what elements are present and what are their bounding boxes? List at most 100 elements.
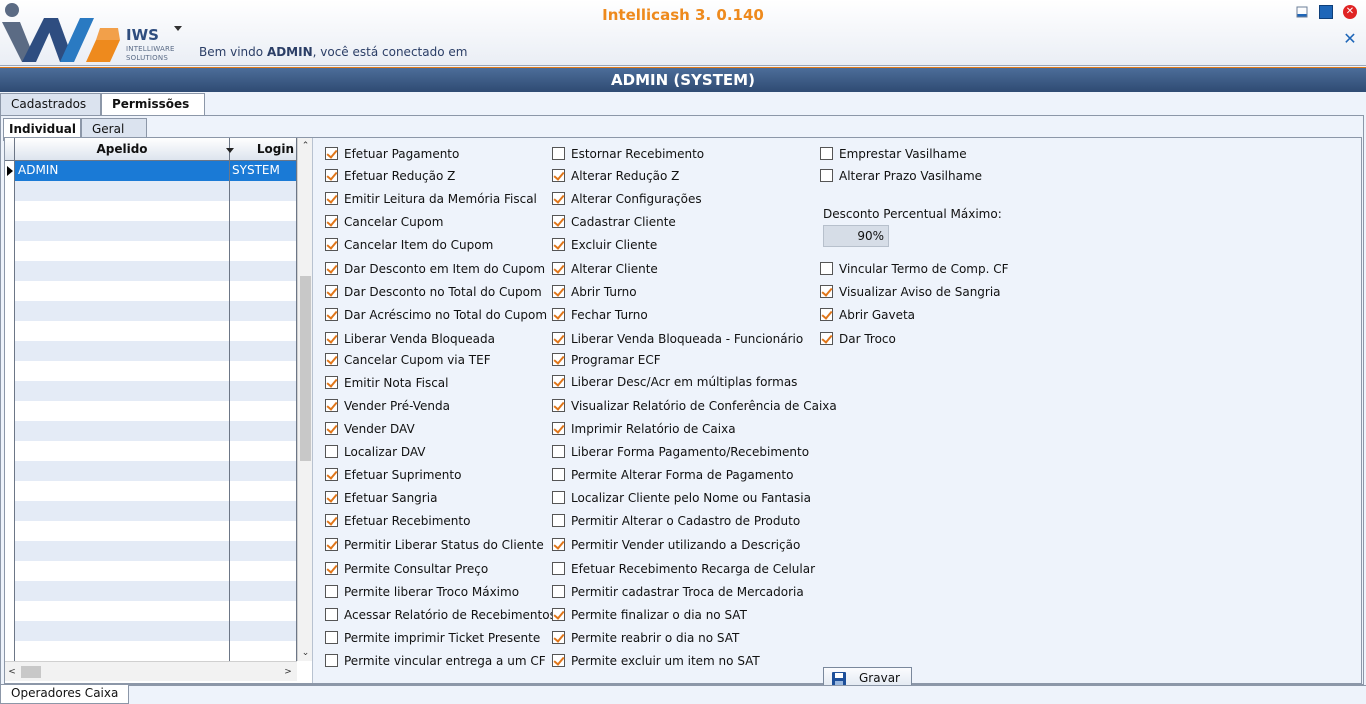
permission-checkbox[interactable]: Efetuar Suprimento: [325, 467, 461, 485]
checkbox-checked-icon[interactable]: [325, 147, 338, 160]
permission-checkbox[interactable]: Efetuar Recebimento: [325, 513, 470, 531]
checkbox-unchecked-icon[interactable]: [325, 445, 338, 458]
permission-checkbox[interactable]: Efetuar Sangria: [325, 490, 437, 508]
permission-checkbox[interactable]: Permitir Alterar o Cadastro de Produto: [552, 513, 800, 531]
checkbox-checked-icon[interactable]: [552, 169, 565, 182]
checkbox-unchecked-icon[interactable]: [552, 562, 565, 575]
checkbox-checked-icon[interactable]: [325, 514, 338, 527]
close-session-button[interactable]: ✕: [1343, 31, 1357, 47]
checkbox-checked-icon[interactable]: [325, 215, 338, 228]
checkbox-unchecked-icon[interactable]: [552, 147, 565, 160]
permission-checkbox[interactable]: Cadastrar Cliente: [552, 214, 676, 232]
checkbox-checked-icon[interactable]: [325, 491, 338, 504]
checkbox-unchecked-icon[interactable]: [552, 445, 565, 458]
permission-checkbox[interactable]: Efetuar Pagamento: [325, 146, 459, 164]
column-header-login[interactable]: Login: [230, 138, 297, 161]
permission-checkbox[interactable]: Liberar Venda Bloqueada: [325, 331, 495, 349]
permission-checkbox[interactable]: Vincular Termo de Comp. CF: [820, 261, 1009, 279]
checkbox-checked-icon[interactable]: [552, 538, 565, 551]
permission-checkbox[interactable]: Vender Pré-Venda: [325, 398, 450, 416]
permission-checkbox[interactable]: Alterar Redução Z: [552, 168, 679, 186]
permission-checkbox[interactable]: Emprestar Vasilhame: [820, 146, 967, 164]
checkbox-checked-icon[interactable]: [325, 353, 338, 366]
permission-checkbox[interactable]: Cancelar Cupom: [325, 214, 443, 232]
permission-checkbox[interactable]: Emitir Leitura da Memória Fiscal: [325, 191, 537, 209]
permission-checkbox[interactable]: Efetuar Recebimento Recarga de Celular: [552, 561, 815, 579]
permission-checkbox[interactable]: Alterar Prazo Vasilhame: [820, 168, 982, 186]
checkbox-checked-icon[interactable]: [325, 468, 338, 481]
checkbox-checked-icon[interactable]: [325, 422, 338, 435]
checkbox-checked-icon[interactable]: [325, 192, 338, 205]
permission-checkbox[interactable]: Imprimir Relatório de Caixa: [552, 421, 736, 439]
permission-checkbox[interactable]: Fechar Turno: [552, 307, 648, 325]
permission-checkbox[interactable]: Alterar Configurações: [552, 191, 702, 209]
cell-login[interactable]: SYSTEM: [230, 161, 297, 181]
cell-apelido[interactable]: ADMIN: [15, 161, 230, 181]
scroll-down-icon[interactable]: ⌄: [298, 645, 313, 661]
permission-checkbox[interactable]: Liberar Venda Bloqueada - Funcionário: [552, 331, 803, 349]
permission-checkbox[interactable]: Permite liberar Troco Máximo: [325, 584, 519, 602]
checkbox-unchecked-icon[interactable]: [552, 585, 565, 598]
checkbox-checked-icon[interactable]: [552, 262, 565, 275]
checkbox-unchecked-icon[interactable]: [552, 514, 565, 527]
permission-checkbox[interactable]: Liberar Desc/Acr em múltiplas formas: [552, 374, 797, 392]
permission-checkbox[interactable]: Permitir Liberar Status do Cliente: [325, 537, 544, 555]
checkbox-checked-icon[interactable]: [325, 399, 338, 412]
checkbox-checked-icon[interactable]: [552, 332, 565, 345]
checkbox-checked-icon[interactable]: [552, 654, 565, 667]
checkbox-unchecked-icon[interactable]: [552, 491, 565, 504]
permission-checkbox[interactable]: Localizar DAV: [325, 444, 426, 462]
permission-checkbox[interactable]: Visualizar Relatório de Conferência de C…: [552, 398, 837, 416]
scroll-left-icon[interactable]: <: [5, 662, 19, 682]
permission-checkbox[interactable]: Permitir Vender utilizando a Descrição: [552, 537, 800, 555]
permission-checkbox[interactable]: Cancelar Cupom via TEF: [325, 352, 491, 370]
permission-checkbox[interactable]: Permite imprimir Ticket Presente: [325, 630, 540, 648]
scroll-up-icon[interactable]: ⌃: [298, 138, 313, 154]
permission-checkbox[interactable]: Permite reabrir o dia no SAT: [552, 630, 739, 648]
permission-checkbox[interactable]: Dar Desconto no Total do Cupom: [325, 284, 542, 302]
checkbox-unchecked-icon[interactable]: [820, 262, 833, 275]
permission-checkbox[interactable]: Excluir Cliente: [552, 237, 657, 255]
permission-checkbox[interactable]: Permite finalizar o dia no SAT: [552, 607, 747, 625]
scroll-right-icon[interactable]: >: [281, 662, 295, 682]
checkbox-checked-icon[interactable]: [325, 538, 338, 551]
checkbox-unchecked-icon[interactable]: [552, 468, 565, 481]
grid-vertical-scrollbar[interactable]: ⌃ ⌄: [297, 138, 312, 661]
checkbox-checked-icon[interactable]: [820, 332, 833, 345]
maximize-button[interactable]: [1319, 5, 1333, 19]
checkbox-unchecked-icon[interactable]: [820, 147, 833, 160]
checkbox-checked-icon[interactable]: [552, 238, 565, 251]
checkbox-checked-icon[interactable]: [325, 562, 338, 575]
checkbox-unchecked-icon[interactable]: [325, 631, 338, 644]
checkbox-checked-icon[interactable]: [325, 169, 338, 182]
checkbox-checked-icon[interactable]: [325, 308, 338, 321]
grid-horizontal-scrollbar[interactable]: < >: [5, 661, 297, 681]
tab-cadastrados[interactable]: Cadastrados: [0, 93, 101, 115]
checkbox-checked-icon[interactable]: [325, 332, 338, 345]
permission-checkbox[interactable]: Acessar Relatório de Recebimentos: [325, 607, 556, 625]
tab-operadores-caixa[interactable]: Operadores Caixa: [0, 685, 130, 704]
close-button[interactable]: ✕: [1343, 5, 1357, 19]
permission-checkbox[interactable]: Permite Consultar Preço: [325, 561, 488, 579]
scroll-thumb[interactable]: [300, 276, 311, 461]
permission-checkbox[interactable]: Dar Troco: [820, 331, 896, 349]
permission-checkbox[interactable]: Dar Acréscimo no Total do Cupom: [325, 307, 547, 325]
permission-checkbox[interactable]: Abrir Gaveta: [820, 307, 915, 325]
minimize-button[interactable]: [1295, 5, 1309, 19]
checkbox-checked-icon[interactable]: [552, 285, 565, 298]
checkbox-checked-icon[interactable]: [325, 376, 338, 389]
permission-checkbox[interactable]: Dar Desconto em Item do Cupom: [325, 261, 545, 279]
permission-checkbox[interactable]: Liberar Forma Pagamento/Recebimento: [552, 444, 809, 462]
checkbox-checked-icon[interactable]: [325, 238, 338, 251]
checkbox-checked-icon[interactable]: [325, 262, 338, 275]
checkbox-checked-icon[interactable]: [820, 285, 833, 298]
permission-checkbox[interactable]: Cancelar Item do Cupom: [325, 237, 493, 255]
permission-checkbox[interactable]: Permite Alterar Forma de Pagamento: [552, 467, 793, 485]
permission-checkbox[interactable]: Programar ECF: [552, 352, 661, 370]
checkbox-checked-icon[interactable]: [552, 192, 565, 205]
table-row[interactable]: ADMIN SYSTEM: [5, 161, 297, 181]
scroll-thumb[interactable]: [21, 666, 41, 678]
checkbox-checked-icon[interactable]: [552, 399, 565, 412]
checkbox-unchecked-icon[interactable]: [820, 169, 833, 182]
permission-checkbox[interactable]: Vender DAV: [325, 421, 415, 439]
